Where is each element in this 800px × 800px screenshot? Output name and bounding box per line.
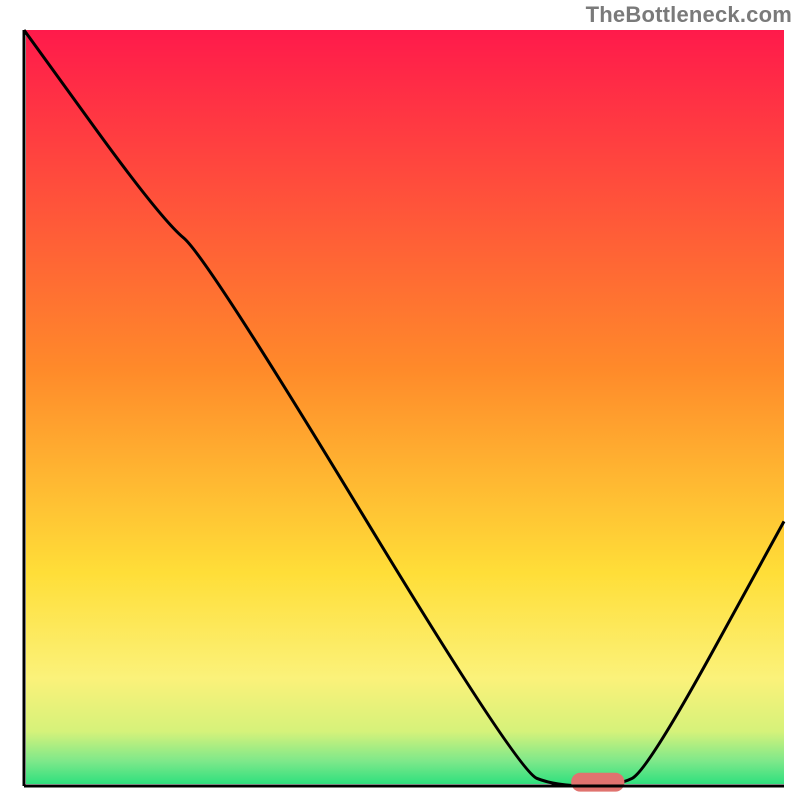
chart-svg: [0, 0, 800, 800]
gradient-background: [26, 30, 784, 784]
optimal-marker: [571, 773, 624, 792]
bottleneck-chart: TheBottleneck.com: [0, 0, 800, 800]
watermark-label: TheBottleneck.com: [586, 2, 792, 28]
